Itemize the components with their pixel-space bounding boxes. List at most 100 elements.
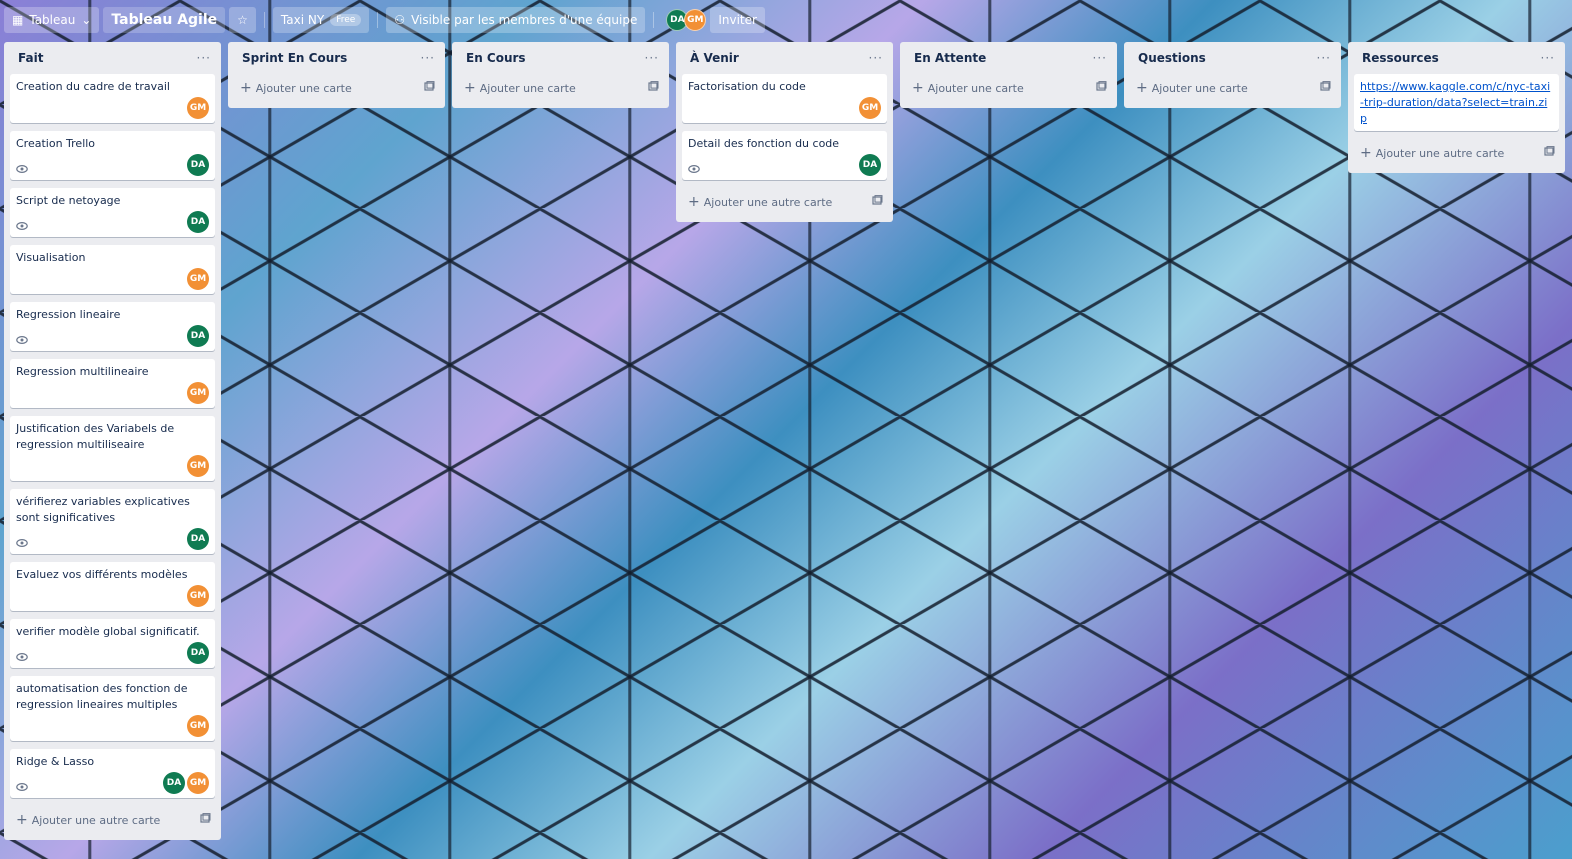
card-template-icon[interactable] — [648, 81, 659, 95]
card[interactable]: automatisation des fonction de regressio… — [10, 676, 215, 741]
card-title: Regression multilineaire — [16, 365, 149, 378]
card-title: Visualisation — [16, 251, 86, 264]
card-badges: GM — [16, 455, 209, 477]
add-card-label-wrap: + Ajouter une carte — [240, 80, 352, 96]
add-card-button[interactable]: + Ajouter une carte — [906, 74, 1111, 102]
card-template-icon[interactable] — [1544, 146, 1555, 160]
list[interactable]: Sprint En Cours ··· + Ajouter une carte — [228, 42, 445, 108]
card-template-icon[interactable] — [200, 813, 211, 827]
list-title[interactable]: Sprint En Cours — [242, 51, 347, 65]
add-card-button[interactable]: + Ajouter une autre carte — [10, 806, 215, 834]
add-card-label-wrap: + Ajouter une carte — [464, 80, 576, 96]
avatar[interactable]: DA — [187, 642, 209, 664]
avatar[interactable]: DA — [187, 325, 209, 347]
list-menu-icon[interactable]: ··· — [197, 51, 211, 65]
eye-icon — [16, 219, 30, 233]
list-header: En Cours ··· — [458, 42, 663, 74]
card[interactable]: Detail des fonction du code DA — [682, 131, 887, 180]
card[interactable]: Visualisation GM — [10, 245, 215, 294]
workspace-button[interactable]: Taxi NY Free — [272, 7, 370, 33]
avatar[interactable]: GM — [187, 382, 209, 404]
card[interactable]: Regression multilineaire GM — [10, 359, 215, 408]
list-menu-icon[interactable]: ··· — [869, 51, 883, 65]
card[interactable]: Justification des Variabels de regressio… — [10, 416, 215, 481]
board-title[interactable]: Tableau Agile — [103, 7, 226, 33]
card-link[interactable]: https://www.kaggle.com/c/nyc-taxi-trip-d… — [1360, 80, 1550, 125]
avatar[interactable]: DA — [859, 154, 881, 176]
eye-icon — [16, 333, 30, 347]
avatar[interactable]: DA — [187, 528, 209, 550]
card[interactable]: Regression lineaire DA — [10, 302, 215, 351]
avatar[interactable]: GM — [187, 455, 209, 477]
card[interactable]: Creation du cadre de travail GM — [10, 74, 215, 123]
invite-button[interactable]: Inviter — [710, 7, 765, 33]
card-title: Ridge & Lasso — [16, 755, 95, 768]
list-menu-icon[interactable]: ··· — [645, 51, 659, 65]
add-card-label: Ajouter une carte — [479, 82, 576, 95]
card-badges: DA GM — [16, 772, 209, 794]
card-badges: DA — [16, 211, 209, 233]
add-card-button[interactable]: + Ajouter une autre carte — [682, 188, 887, 216]
list-title[interactable]: En Cours — [466, 51, 526, 65]
card[interactable]: vérifierez variables explicatives sont s… — [10, 489, 215, 554]
add-card-button[interactable]: + Ajouter une carte — [458, 74, 663, 102]
list[interactable]: En Cours ··· + Ajouter une carte — [452, 42, 669, 108]
add-card-label-wrap: + Ajouter une carte — [912, 80, 1024, 96]
plus-icon: + — [1360, 145, 1372, 161]
avatar[interactable]: GM — [187, 772, 209, 794]
card-members: GM — [859, 97, 881, 119]
add-card-label-wrap: + Ajouter une carte — [1136, 80, 1248, 96]
add-card-button[interactable]: + Ajouter une autre carte — [1354, 139, 1559, 167]
avatar[interactable]: GM — [684, 9, 707, 31]
add-card-button[interactable]: + Ajouter une carte — [1130, 74, 1335, 102]
card[interactable]: Ridge & Lasso DA GM — [10, 749, 215, 798]
list-title[interactable]: À Venir — [690, 51, 739, 65]
list[interactable]: Fait ··· Creation du cadre de travail GM Cre… — [4, 42, 221, 840]
card-title: Factorisation du code — [688, 80, 806, 93]
avatar[interactable]: GM — [187, 715, 209, 737]
card-members: DA GM — [163, 772, 209, 794]
card-members: DA — [187, 528, 209, 550]
avatar[interactable]: GM — [187, 585, 209, 607]
card-members: DA — [859, 154, 881, 176]
card-template-icon[interactable] — [872, 195, 883, 209]
card-badges: DA — [16, 325, 209, 347]
card[interactable]: Evaluez vos différents modèles GM — [10, 562, 215, 611]
list-menu-icon[interactable]: ··· — [1541, 51, 1555, 65]
list-title[interactable]: Ressources — [1362, 51, 1439, 65]
card[interactable]: https://www.kaggle.com/c/nyc-taxi-trip-d… — [1354, 74, 1559, 131]
avatar[interactable]: GM — [187, 97, 209, 119]
card-members: DA — [187, 211, 209, 233]
avatar[interactable]: GM — [859, 97, 881, 119]
card-template-icon[interactable] — [1096, 81, 1107, 95]
list-title[interactable]: Questions — [1138, 51, 1206, 65]
list-title[interactable]: Fait — [18, 51, 43, 65]
list-menu-icon[interactable]: ··· — [1317, 51, 1331, 65]
list-menu-icon[interactable]: ··· — [1093, 51, 1107, 65]
board-switcher-button[interactable]: ▦ Tableau ⌄ — [4, 7, 100, 33]
card[interactable]: Script de netoyage DA — [10, 188, 215, 237]
star-icon: ☆ — [237, 13, 248, 27]
list-title[interactable]: En Attente — [914, 51, 986, 65]
avatar[interactable]: DA — [163, 772, 185, 794]
card-template-icon[interactable] — [424, 81, 435, 95]
avatar[interactable]: DA — [187, 211, 209, 233]
list[interactable]: À Venir ··· Factorisation du code GM Detail … — [676, 42, 893, 222]
avatar[interactable]: DA — [187, 154, 209, 176]
eye-icon — [16, 593, 30, 607]
card[interactable]: Factorisation du code GM — [682, 74, 887, 123]
star-button[interactable]: ☆ — [229, 7, 256, 33]
card-template-icon[interactable] — [1320, 81, 1331, 95]
card[interactable]: verifier modèle global significatif. DA — [10, 619, 215, 668]
visibility-label: Visible par les membres d'une équipe — [411, 13, 638, 27]
avatar[interactable]: GM — [187, 268, 209, 290]
list[interactable]: Ressources ··· https://www.kaggle.com/c/ny… — [1348, 42, 1565, 173]
list-menu-icon[interactable]: ··· — [421, 51, 435, 65]
team-visibility-icon: ⚇ — [394, 13, 406, 27]
list[interactable]: Questions ··· + Ajouter une carte — [1124, 42, 1341, 108]
list[interactable]: En Attente ··· + Ajouter une carte — [900, 42, 1117, 108]
add-card-button[interactable]: + Ajouter une carte — [234, 74, 439, 102]
card-title: Script de netoyage — [16, 194, 121, 207]
card[interactable]: Creation Trello DA — [10, 131, 215, 180]
visibility-button[interactable]: ⚇ Visible par les membres d'une équipe — [386, 7, 646, 33]
